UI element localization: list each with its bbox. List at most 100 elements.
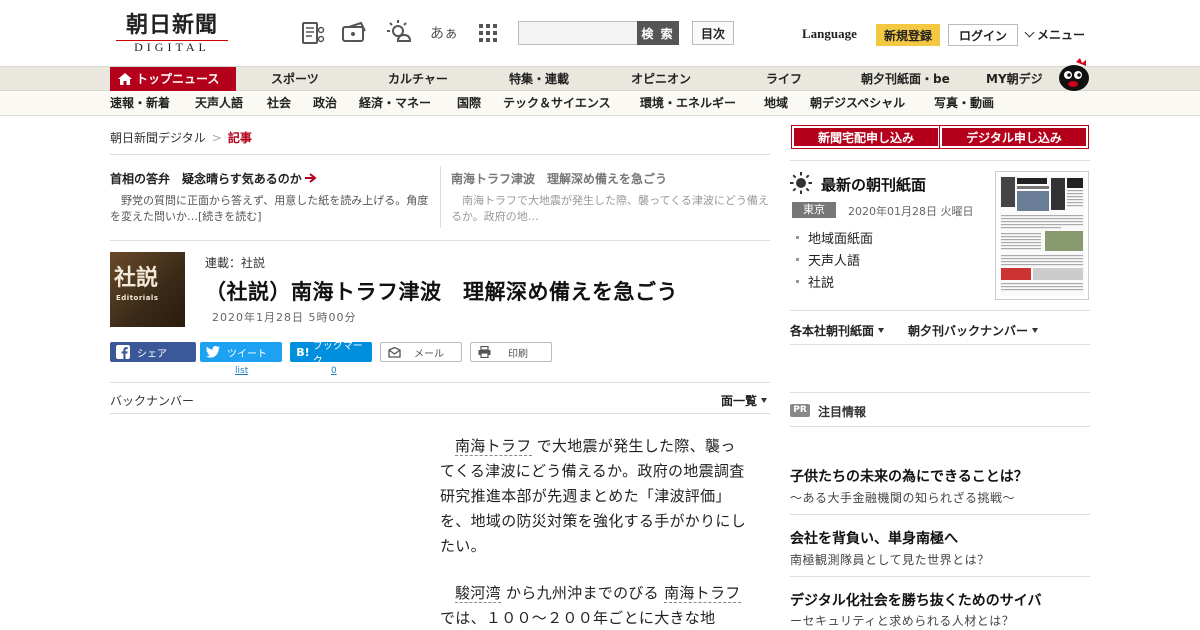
glossary-term-link[interactable]: 駿河湾 — [455, 584, 501, 603]
nav-features[interactable]: 特集・連載 — [509, 67, 569, 91]
nav-opinion[interactable]: オピニオン — [631, 67, 691, 91]
pr-ad-title[interactable]: 会社を背負い、単身南極へ — [790, 528, 958, 548]
facebook-share-label: シェア — [137, 348, 167, 360]
latest-paper-title[interactable]: 最新の朝刊紙面 — [821, 174, 926, 195]
search-input[interactable] — [518, 21, 638, 45]
featured-title: 南海トラフ津波 理解深め備えを急ごう — [451, 172, 668, 186]
paper-link-region[interactable]: 地域面紙面 — [796, 228, 873, 247]
asahi-logo[interactable]: 朝日新聞 DIGITAL — [116, 12, 228, 54]
triangle-down-icon — [761, 398, 768, 403]
divider — [790, 392, 1090, 393]
breadcrumb: 朝日新聞デジタル > 記事 — [110, 129, 252, 146]
page-list-label: 面一覧 — [721, 394, 758, 408]
subnav-region[interactable]: 地域 — [764, 92, 788, 115]
subnav-photo-video[interactable]: 写真・動画 — [934, 92, 994, 115]
series-thumbnail[interactable]: 社説 Editorials — [110, 252, 185, 327]
paper-link-editorial[interactable]: 社説 — [796, 272, 834, 291]
print-label: 印刷 — [508, 348, 528, 360]
backnumber-dropdown[interactable]: 朝夕刊バックナンバー — [908, 322, 1039, 339]
divider — [110, 154, 770, 155]
article-paragraph: 駿河湾 から九州沖までのびる 南海トラフ では、１００～２００年ごとに大きな地 — [440, 584, 741, 627]
nav-sports[interactable]: スポーツ — [271, 67, 319, 91]
paper-region-badge: 東京 — [792, 202, 836, 218]
featured-desc: 南海トラフで大地震が発生した際、襲ってくる津波にどう備えるか。政府の地… — [451, 194, 769, 223]
subscribe-home-button[interactable]: 新聞宅配申し込み — [791, 125, 941, 149]
print-button[interactable]: 印刷 — [470, 342, 552, 362]
twitter-count-link[interactable]: list — [235, 366, 248, 376]
site-header: 朝日新聞 DIGITAL あぁ 検 索 目次 Language 新規登録 ログイ… — [0, 0, 1200, 66]
nav-top-news[interactable]: トップニュース — [110, 67, 236, 91]
weather-icon[interactable] — [386, 19, 414, 47]
twitter-share-label: ツイート — [227, 348, 267, 360]
nav-paper-be[interactable]: 朝夕刊紙面・be — [861, 67, 950, 91]
subnav-tech[interactable]: テック＆サイエンス — [503, 92, 611, 115]
home-icon — [118, 73, 132, 85]
mail-share-button[interactable]: メール — [380, 342, 462, 362]
search-button[interactable]: 検 索 — [637, 21, 679, 45]
nav-my-asadigi[interactable]: MY朝デジ — [986, 67, 1043, 91]
subnav-latest[interactable]: 速報・新着 — [110, 92, 170, 115]
apps-grid-icon[interactable] — [474, 19, 502, 47]
pr-ad-subtitle[interactable]: 南極観測隊員として見た世界とは？ — [790, 551, 990, 568]
subnav-special[interactable]: 朝デジスペシャル — [810, 92, 905, 115]
login-button[interactable]: ログイン — [948, 24, 1018, 46]
hatena-icon: B! — [296, 345, 310, 359]
hatena-bookmark-button[interactable]: B! ブックマーク — [290, 341, 372, 367]
pr-ad-title[interactable]: デジタル化社会を勝ち抜くためのサイバ — [790, 590, 1041, 610]
page-list-dropdown[interactable]: 面一覧 — [721, 392, 768, 409]
divider — [790, 344, 1090, 345]
thumb-title: 社説 — [114, 265, 159, 291]
thumb-subtitle: Editorials — [116, 294, 159, 302]
toc-button[interactable]: 目次 — [692, 21, 734, 45]
twitter-icon — [205, 345, 221, 359]
font-size-icon[interactable]: あぁ — [430, 19, 458, 47]
sun-icon — [790, 172, 812, 194]
pr-ad-subtitle[interactable]: ーセキュリティと求められる人材とは？ — [790, 612, 1014, 629]
nav-top-news-label: トップニュース — [136, 72, 220, 86]
main-nav: トップニュース スポーツ カルチャー 特集・連載 オピニオン ライフ 朝夕刊紙面… — [0, 66, 1200, 91]
pr-ad-title[interactable]: 子供たちの未来の為にできることは？ — [790, 466, 1028, 486]
newspaper-page-image — [999, 175, 1085, 296]
breadcrumb-home[interactable]: 朝日新聞デジタル — [110, 131, 206, 145]
divider — [110, 240, 770, 241]
subnav-international[interactable]: 国際 — [457, 92, 481, 115]
newspaper-thumbnail[interactable] — [995, 171, 1089, 300]
subnav-economy[interactable]: 経済・マネー — [359, 92, 431, 115]
language-link[interactable]: Language — [802, 26, 857, 42]
hatena-count[interactable]: 0 — [331, 366, 337, 376]
paper-link-tensei[interactable]: 天声人語 — [796, 250, 860, 269]
featured-item-1[interactable]: 首相の答弁 疑念晴らす気あるのか 野党の質問に正面から答えず、用意した紙を読み上… — [110, 170, 430, 225]
ticket-icon[interactable] — [341, 19, 369, 47]
arrow-right-icon — [304, 173, 317, 183]
scrap-icon[interactable] — [300, 19, 328, 47]
regional-edition-dropdown[interactable]: 各本社朝刊紙面 — [790, 322, 885, 339]
subnav-politics[interactable]: 政治 — [313, 92, 337, 115]
facebook-share-button[interactable]: シェア — [110, 342, 196, 362]
menu-button[interactable]: メニュー — [1024, 26, 1086, 43]
glossary-term-link[interactable]: 南海トラフ — [455, 437, 532, 456]
signup-button[interactable]: 新規登録 — [876, 24, 940, 46]
bullet-icon — [796, 258, 799, 261]
divider — [790, 514, 1090, 515]
series-label[interactable]: 連載：社説 — [205, 254, 265, 271]
twitter-share-button[interactable]: ツイート — [200, 342, 282, 362]
menu-label: メニュー — [1037, 28, 1086, 42]
subscribe-digital-button[interactable]: デジタル申し込み — [939, 125, 1089, 149]
featured-item-2[interactable]: 南海トラフ津波 理解深め備えを急ごう 南海トラフで大地震が発生した際、襲ってくる… — [451, 170, 769, 225]
pr-section-title: 注目情報 — [818, 405, 867, 419]
featured-title: 首相の答弁 疑念晴らす気あるのか — [110, 170, 430, 187]
pr-ad-subtitle[interactable]: ～ある大手金融機関の知られざる挑戦～ — [790, 489, 1015, 506]
glossary-term-link[interactable]: 南海トラフ — [664, 584, 741, 603]
hatena-bookmark-label: ブックマーク — [312, 341, 363, 367]
triangle-down-icon — [1032, 328, 1039, 333]
sub-nav: 速報・新着 天声人語 社会 政治 経済・マネー 国際 テック＆サイエンス 環境・… — [0, 92, 1200, 116]
mascot-icon[interactable] — [1054, 56, 1090, 92]
subnav-tensei[interactable]: 天声人語 — [195, 92, 243, 115]
bullet-icon — [796, 280, 799, 283]
subnav-society[interactable]: 社会 — [267, 92, 291, 115]
subnav-environment[interactable]: 環境・エネルギー — [640, 92, 736, 115]
nav-culture[interactable]: カルチャー — [388, 67, 448, 91]
nav-life[interactable]: ライフ — [766, 67, 802, 91]
divider — [110, 413, 770, 414]
article-paragraph: 南海トラフ で大地震が発生した際、襲ってくる津波にどう備えるか。政府の地震調査研… — [440, 437, 747, 555]
